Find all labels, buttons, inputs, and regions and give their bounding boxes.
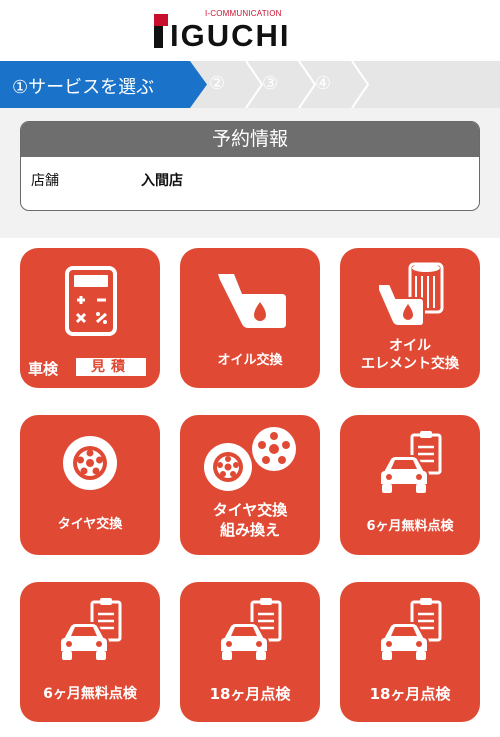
service-6month-free-inspection-button[interactable]: 6ヶ月無料点検 (20, 582, 160, 722)
reservation-title: 予約情報 (21, 122, 479, 157)
calculator-icon (65, 266, 117, 336)
service-label: オイル (389, 338, 431, 354)
service-6month-free-inspection-button[interactable]: 6ヶ月無料点検 (340, 415, 480, 555)
header: I-COMMUNICATION IGUCHI (0, 0, 500, 60)
service-label: 組み換え (219, 521, 280, 539)
reservation-section: 予約情報 店舗 入間店 (0, 108, 500, 238)
tire-icon (63, 436, 117, 490)
step-1-select-service: ①サービスを選ぶ (12, 77, 155, 98)
service-tire-change-button[interactable]: タイヤ交換 (20, 415, 160, 555)
service-oil-element-button[interactable]: オイル エレメント交換 (340, 248, 480, 388)
estimate-badge: 見積 (76, 358, 146, 376)
reservation-card: 予約情報 店舗 入間店 (20, 121, 480, 211)
logo[interactable]: IGUCHI (148, 14, 358, 53)
car-checklist-icon (379, 598, 442, 660)
service-label: 6ヶ月無料点検 (366, 519, 454, 534)
store-value: 入間店 (141, 173, 183, 189)
service-18month-inspection-button[interactable]: 18ヶ月点検 (340, 582, 480, 722)
oil-filter-icon (377, 262, 444, 327)
car-checklist-icon (59, 598, 122, 660)
service-tire-remount-button[interactable]: タイヤ交換 組み換え (180, 415, 320, 555)
service-label: オイル交換 (217, 353, 283, 368)
service-shaken-estimate-button[interactable]: 車検 見積 (20, 248, 160, 388)
logo-wordmark: IGUCHI (170, 18, 291, 53)
step-progress-bar: ①サービスを選ぶ ② ③ ④ (0, 61, 500, 108)
service-18month-inspection-button[interactable]: 18ヶ月点検 (180, 582, 320, 722)
step-4: ④ (315, 73, 332, 94)
store-row: 店舗 入間店 (21, 157, 479, 210)
service-label: 18ヶ月点検 (369, 685, 451, 703)
service-label: 6ヶ月無料点検 (43, 686, 137, 702)
service-label: タイヤ交換 (212, 501, 288, 519)
service-grid: 車検 見積 オイル交換 オイル エレメント交換 タイヤ交換 タイヤ交換 組み換え… (0, 238, 500, 737)
logo-mark-icon (148, 14, 170, 48)
service-label: エレメント交換 (361, 356, 459, 372)
tire-wheel-icon (204, 427, 296, 491)
service-label: 18ヶ月点検 (209, 685, 291, 703)
service-label: タイヤ交換 (57, 517, 123, 532)
service-oil-change-button[interactable]: オイル交換 (180, 248, 320, 388)
car-checklist-icon (379, 431, 442, 493)
store-label: 店舗 (31, 173, 59, 189)
car-checklist-icon (219, 598, 282, 660)
step-2: ② (209, 73, 226, 94)
step-3: ③ (262, 73, 279, 94)
service-label: 車検 (28, 360, 59, 378)
oil-can-icon (218, 274, 286, 328)
